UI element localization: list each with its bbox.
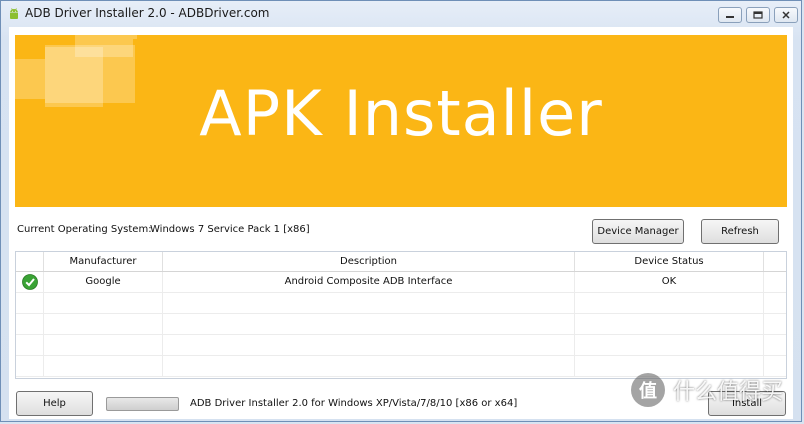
close-icon — [782, 11, 790, 19]
table-row[interactable]: Google Android Composite ADB Interface O… — [16, 272, 786, 293]
empty-cell — [163, 293, 575, 313]
status-text: ADB Driver Installer 2.0 for Windows XP/… — [190, 398, 518, 409]
row-device-status: OK — [575, 272, 764, 292]
empty-table-row — [16, 293, 786, 314]
empty-cell — [163, 314, 575, 334]
empty-cell — [44, 356, 163, 376]
row-description: Android Composite ADB Interface — [163, 272, 575, 292]
window-title: ADB Driver Installer 2.0 - ADBDriver.com — [25, 6, 270, 20]
row-status-cell — [16, 272, 44, 292]
row-manufacturer: Google — [44, 272, 163, 292]
empty-cell — [44, 335, 163, 355]
banner-title: APK Installer — [199, 77, 603, 150]
empty-cell — [16, 356, 44, 376]
empty-table-row — [16, 335, 786, 356]
progress-bar — [106, 397, 179, 411]
empty-cell — [575, 335, 764, 355]
watermark-text: 什么值得买 — [673, 380, 784, 405]
column-header-device-status[interactable]: Device Status — [575, 252, 764, 271]
banner: APK Installer — [15, 35, 787, 207]
column-header-icon[interactable] — [16, 252, 44, 271]
empty-cell — [575, 293, 764, 313]
watermark-logo: 值 — [631, 373, 665, 407]
empty-cell — [44, 314, 163, 334]
minimize-button[interactable] — [718, 7, 742, 23]
empty-cell — [16, 335, 44, 355]
maximize-icon — [753, 11, 763, 19]
empty-cell — [163, 356, 575, 376]
column-header-manufacturer[interactable]: Manufacturer — [44, 252, 163, 271]
empty-cell — [16, 293, 44, 313]
android-icon — [10, 8, 18, 19]
banner-decor-square — [133, 35, 137, 39]
minimize-icon — [726, 16, 734, 18]
app-window: ADB Driver Installer 2.0 - ADBDriver.com… — [0, 0, 802, 422]
help-button[interactable]: Help — [16, 391, 93, 416]
os-label: Current Operating System: — [17, 224, 152, 235]
empty-table-row — [16, 314, 786, 335]
maximize-button[interactable] — [746, 7, 770, 23]
refresh-button[interactable]: Refresh — [701, 219, 779, 244]
title-bar[interactable]: ADB Driver Installer 2.0 - ADBDriver.com — [1, 1, 801, 27]
empty-cell — [16, 314, 44, 334]
empty-cell — [575, 314, 764, 334]
table-header: Manufacturer Description Device Status — [16, 252, 786, 272]
empty-cell — [163, 335, 575, 355]
check-icon — [21, 274, 38, 290]
watermark: 值 什么值得买 — [631, 357, 803, 423]
column-header-description[interactable]: Description — [163, 252, 575, 271]
device-manager-button[interactable]: Device Manager — [592, 219, 684, 244]
close-button[interactable] — [774, 7, 798, 23]
os-value: Windows 7 Service Pack 1 [x86] — [150, 224, 310, 235]
empty-cell — [44, 293, 163, 313]
